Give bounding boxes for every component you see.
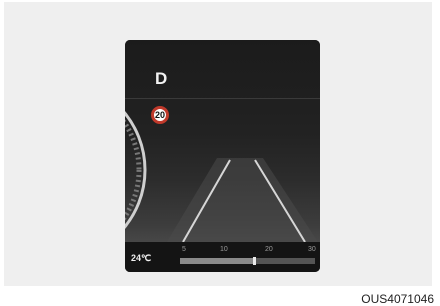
speed-limit-sign: 20 — [151, 106, 169, 124]
speedometer-dial — [125, 80, 145, 260]
fuel-gauge-marker — [253, 257, 256, 265]
scale-tick-label: 5 — [182, 246, 186, 253]
scale-tick-label: 30 — [308, 246, 316, 253]
cluster-display: D 20 24℃ 5 10 20 30 — [125, 40, 320, 272]
scale-tick-label: 10 — [220, 246, 228, 253]
speed-limit-value: 20 — [155, 110, 165, 120]
scale-tick-label: 20 — [265, 246, 273, 253]
fuel-gauge-bar — [180, 258, 315, 264]
status-bar: 24℃ 5 10 20 30 — [125, 242, 320, 272]
outside-temperature: 24℃ — [131, 253, 151, 264]
horizon-line — [125, 98, 320, 99]
gear-indicator: D — [155, 70, 167, 87]
fuel-gauge-fill — [180, 258, 254, 264]
